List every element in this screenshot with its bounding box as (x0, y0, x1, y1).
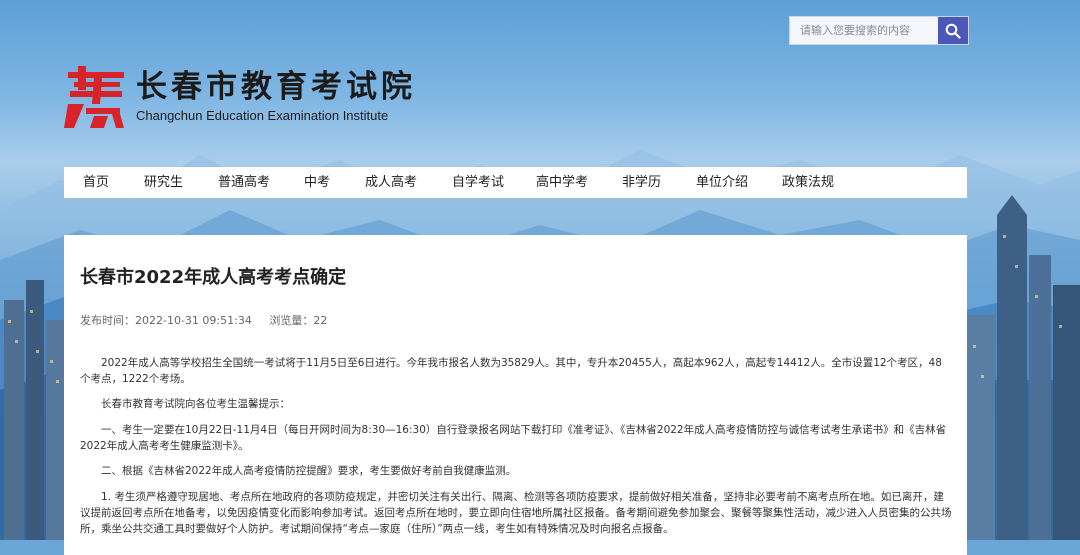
article-paragraph: 1. 考生须严格遵守现居地、考点所在地政府的各项防疫规定，并密切关注有关出行、隔… (80, 491, 952, 535)
nav-item-self-study[interactable]: 自学考试 (452, 167, 504, 198)
article-title: 长春市2022年成人高考考点确定 (80, 267, 347, 288)
search-input[interactable] (790, 17, 938, 44)
nav-item-zhongkao[interactable]: 中考 (304, 167, 330, 198)
search-box (789, 16, 969, 45)
nav-item-policy[interactable]: 政策法规 (782, 167, 834, 198)
nav-item-graduate[interactable]: 研究生 (144, 167, 183, 198)
article-paragraph: 长春市教育考试院向各位考生温馨提示： (101, 398, 290, 410)
city-buildings-left (4, 280, 64, 540)
nav-item-adult-exam[interactable]: 成人高考 (365, 167, 417, 198)
institute-emblem-icon (64, 66, 124, 128)
publish-time: 发布时间：2022-10-31 09:51:34 (80, 314, 252, 327)
city-buildings-right (967, 195, 1080, 540)
article-paragraph: 二、根据《吉林省2022年成人高考疫情防控提醒》要求，考生要做好考前自我健康监测… (101, 465, 517, 477)
article-paragraph: 2022年成人高等学校招生全国统一考试将于11月5日至6日进行。今年我市报名人数… (80, 357, 942, 385)
search-button[interactable] (938, 17, 968, 44)
main-navigation: 首页 研究生 普通高考 中考 成人高考 自学考试 高中学考 非学历 单位介绍 政… (64, 167, 967, 198)
nav-item-about[interactable]: 单位介绍 (696, 167, 748, 198)
nav-item-high-school-exam[interactable]: 高中学考 (536, 167, 588, 198)
nav-item-home[interactable]: 首页 (83, 167, 109, 198)
logo-english-name: Changchun Education Examination Institut… (136, 108, 389, 123)
article-paragraph: 一、考生一定要在10月22日-11月4日（每日开网时间为8:30—16:30）自… (80, 424, 947, 452)
article-meta: 发布时间：2022-10-31 09:51:34 浏览量：22 (80, 312, 341, 328)
logo-chinese-name: 长春市教育考试院 (136, 69, 416, 105)
nav-item-gaokao[interactable]: 普通高考 (218, 167, 270, 198)
nav-item-non-degree[interactable]: 非学历 (622, 167, 661, 198)
search-icon (945, 23, 961, 39)
view-count: 浏览量：22 (269, 314, 328, 327)
article-panel: 长春市2022年成人高考考点确定 发布时间：2022-10-31 09:51:3… (64, 235, 967, 555)
site-logo[interactable]: 长春市教育考试院 Changchun Education Examination… (64, 64, 416, 130)
